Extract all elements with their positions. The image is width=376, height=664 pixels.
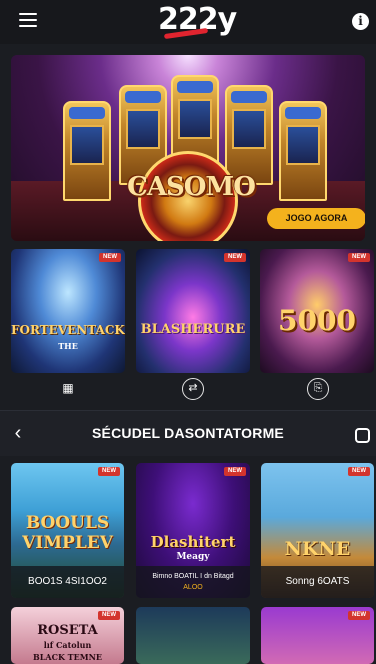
game-subtitle: THE [58,341,78,351]
featured-game-tile[interactable]: NEW FORTEVENTACKE THE [11,249,125,373]
square-icon[interactable] [355,428,370,443]
new-badge: NEW [348,253,370,262]
new-badge: NEW [99,253,121,262]
game-tile[interactable]: NEW [261,607,374,664]
new-badge: NEW [224,467,246,476]
game-title: BOOULS VIMPLEV [22,513,113,553]
section-header: ‹ SÉCUDEL DASONTATORME [0,410,376,456]
game-caption: Sonng 6OATS [261,566,374,598]
hero-title: CASOMO [127,172,256,202]
game-tile[interactable] [136,607,250,664]
new-badge: NEW [98,467,120,476]
slot-machine-art [279,101,327,201]
section-title: SÉCUDEL DASONTATORME [92,425,284,441]
hamburger-menu-icon[interactable] [19,13,37,27]
new-badge: NEW [224,253,246,262]
new-badge: NEW [348,611,370,620]
game-tile[interactable]: NEW Dlashitert Meagy Bimno BOATIL I dn B… [136,463,250,598]
game-title: NKNE [284,538,351,560]
new-badge: NEW [98,611,120,620]
featured-game-tile[interactable]: NEW BLASHERURE [136,249,250,373]
game-title: Dlashitert [150,533,236,551]
featured-game-tile[interactable]: NEW 5000 [260,249,374,373]
game-caption: Bimno BOATIL I dn Bitagd ALOO [136,566,250,598]
game-title: BLASHERURE [140,322,246,337]
game-title: FORTEVENTACKE [11,323,125,337]
game-title: 5000 [278,304,356,337]
caption-line: Bimno BOATIL I dn Bitagd [152,573,234,580]
play-now-button[interactable]: JOGO AGORA [267,208,365,229]
game-subtitle: lıf Catolun [43,640,92,650]
game-caption: BOO1S 4SI1OO2 [11,566,124,598]
game-tile[interactable]: NEW ROSETA lıf Catolun BLACK TEMNE [11,607,124,664]
chevron-left-icon[interactable]: ‹ [9,422,27,444]
game-subtitle: BLACK TEMNE [32,652,102,662]
grid-icon[interactable]: ▦ [57,377,79,399]
wallet-icon[interactable]: ⎘ [307,378,329,400]
caption-line: ALOO [183,584,203,591]
game-title: ROSETA [37,623,98,638]
new-badge: NEW [348,467,370,476]
info-icon[interactable]: i [352,13,369,30]
game-tile[interactable]: NEW NKNE Sonng 6OATS [261,463,374,598]
game-subtitle: Meagy [176,552,210,562]
game-tile[interactable]: NEW BOOULS VIMPLEV BOO1S 4SI1OO2 [11,463,124,598]
hero-banner[interactable]: CASOMO JOGO AGORA [11,55,365,241]
slot-machine-art [225,85,273,185]
logo[interactable]: 222y [158,2,237,42]
top-bar: 222y i [0,0,376,44]
slot-machine-art [63,101,111,201]
swap-circle-icon[interactable]: ⇄ [182,378,204,400]
